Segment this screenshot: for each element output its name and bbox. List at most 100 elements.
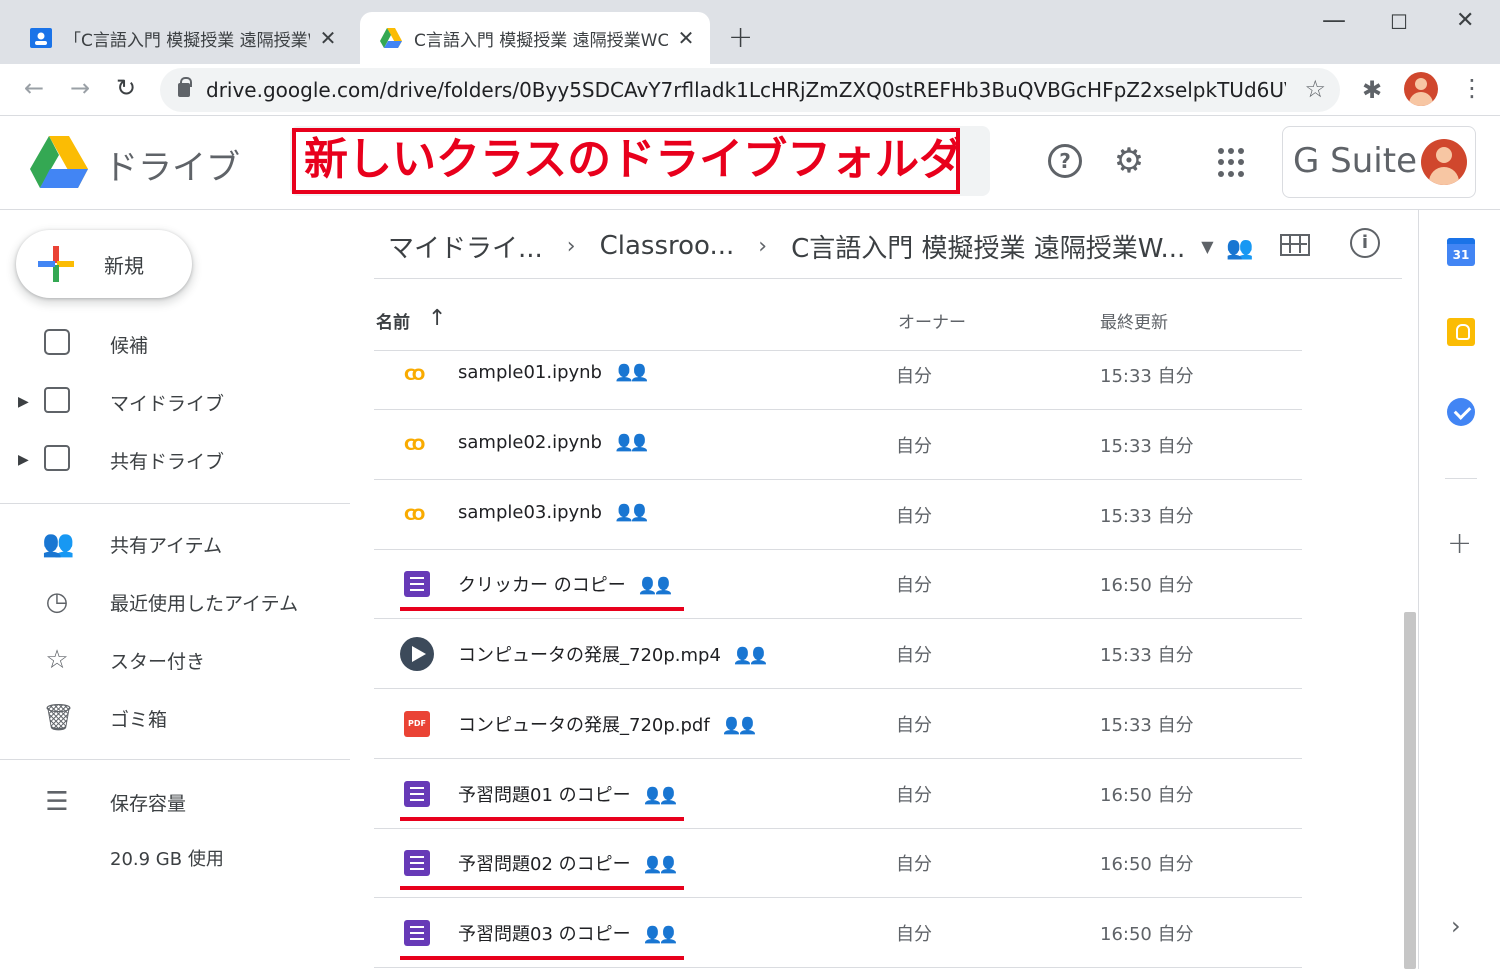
shared-drive-icon bbox=[42, 445, 72, 475]
shared-people-icon: 👤👤 bbox=[642, 786, 679, 805]
close-window-icon[interactable]: ✕ bbox=[1456, 8, 1474, 33]
sidebar-item-label: 共有ドライブ bbox=[110, 450, 225, 473]
breadcrumb-item[interactable]: Classroo... bbox=[600, 231, 735, 261]
browser-tab-drive[interactable]: C言語入門 模擬授業 遠隔授業WC ✕ bbox=[360, 12, 710, 64]
reload-icon[interactable]: ↻ bbox=[110, 74, 142, 102]
file-name-text: 予習問題02 のコピー bbox=[458, 854, 631, 875]
gsuite-account-button[interactable]: G Suite bbox=[1282, 126, 1476, 198]
url-field[interactable]: drive.google.com/drive/folders/0Byy5SDCA… bbox=[160, 68, 1340, 112]
forms-icon bbox=[404, 571, 430, 597]
shared-people-icon: 👤👤 bbox=[642, 925, 679, 944]
address-bar: ← → ↻ drive.google.com/drive/folders/0By… bbox=[0, 64, 1500, 116]
file-name: 予習問題02 のコピー 👤👤 bbox=[458, 850, 679, 876]
file-name: 予習問題03 のコピー 👤👤 bbox=[458, 920, 679, 946]
checkbox-icon bbox=[42, 329, 72, 359]
file-row[interactable]: コンピュータの発展_720p.mp4 👤👤 自分 15:33 自分 bbox=[374, 619, 1302, 689]
file-owner: 自分 bbox=[896, 506, 932, 527]
browser-tab-classroom[interactable]: 「C言語入門 模擬授業 遠隔授業W ✕ bbox=[10, 12, 352, 64]
column-header-modified[interactable]: 最終更新 bbox=[1100, 308, 1168, 333]
my-drive-icon bbox=[42, 387, 72, 417]
minimize-icon[interactable]: — bbox=[1322, 6, 1346, 34]
file-row[interactable]: クリッカー のコピー 👤👤 自分 16:50 自分 bbox=[374, 549, 1302, 619]
app-title[interactable]: ドライブ bbox=[104, 140, 240, 189]
shared-people-icon: 👤👤 bbox=[732, 646, 769, 665]
sidebar-item-recent[interactable]: ◷ 最近使用したアイテム bbox=[0, 574, 350, 630]
file-modified: 15:33 自分 bbox=[1100, 506, 1194, 527]
caret-down-icon[interactable]: ▼ bbox=[1201, 237, 1213, 256]
add-icon[interactable]: + bbox=[1447, 526, 1472, 561]
sidebar-item-label: マイドライブ bbox=[110, 392, 225, 415]
file-name-text: sample01.ipynb bbox=[458, 362, 602, 383]
expand-arrow-icon[interactable]: ▶ bbox=[18, 394, 29, 410]
toolbar-divider bbox=[374, 278, 1418, 279]
file-name: sample03.ipynb 👤👤 bbox=[458, 502, 650, 523]
chevron-right-icon[interactable]: › bbox=[1451, 912, 1461, 940]
expand-arrow-icon[interactable]: ▶ bbox=[18, 452, 29, 468]
file-modified: 16:50 自分 bbox=[1100, 575, 1194, 596]
back-icon[interactable]: ← bbox=[18, 74, 50, 102]
drive-logo[interactable] bbox=[30, 136, 88, 188]
file-row[interactable]: CO sample01.ipynb 👤👤 自分 15:33 自分 bbox=[374, 340, 1302, 410]
new-button-label: 新規 bbox=[104, 253, 144, 278]
annotation-underline bbox=[400, 956, 684, 960]
file-row[interactable]: 予習問題02 のコピー 👤👤 自分 16:50 自分 bbox=[374, 828, 1302, 898]
file-row[interactable]: PDF コンピュータの発展_720p.pdf 👤👤 自分 15:33 自分 bbox=[374, 689, 1302, 759]
sidebar-item-suggested[interactable]: 候補 bbox=[0, 316, 350, 372]
maximize-icon[interactable]: ☐ bbox=[1390, 10, 1408, 34]
breadcrumb-item[interactable]: マイドライ... bbox=[388, 228, 543, 265]
sidebar-item-shared-with-me[interactable]: 👥 共有アイテム bbox=[0, 516, 350, 572]
sidebar-divider bbox=[0, 503, 350, 504]
file-row[interactable]: CO sample03.ipynb 👤👤 自分 15:33 自分 bbox=[374, 480, 1302, 550]
file-row[interactable]: 予習問題03 のコピー 👤👤 自分 16:50 自分 bbox=[374, 898, 1302, 968]
extensions-icon[interactable]: ✱ bbox=[1362, 76, 1382, 104]
sidebar-item-trash[interactable]: 🗑 ゴミ箱 bbox=[0, 690, 350, 746]
chevron-right-icon: › bbox=[758, 233, 768, 259]
calendar-icon[interactable]: 31 bbox=[1447, 238, 1475, 266]
sidebar-item-shared-drives[interactable]: ▶ 共有ドライブ bbox=[0, 432, 350, 488]
tasks-icon[interactable] bbox=[1447, 398, 1475, 426]
browser-menu-icon[interactable]: ⋮ bbox=[1460, 74, 1484, 102]
sidebar-item-storage[interactable]: ☰ 保存容量 bbox=[0, 774, 350, 830]
file-owner: 自分 bbox=[896, 645, 932, 666]
keep-icon[interactable] bbox=[1447, 318, 1475, 346]
forward-icon[interactable]: → bbox=[64, 74, 96, 102]
lock-icon bbox=[178, 77, 192, 97]
sidebar-item-label: 保存容量 bbox=[110, 792, 187, 815]
breadcrumb-current[interactable]: C言語入門 模擬授業 遠隔授業W... bbox=[791, 228, 1185, 265]
gear-icon[interactable]: ⚙ bbox=[1112, 144, 1146, 178]
scrollbar-thumb[interactable] bbox=[1404, 612, 1416, 969]
column-header-owner: オーナー bbox=[898, 313, 966, 333]
info-icon[interactable]: i bbox=[1350, 228, 1380, 258]
file-name: コンピュータの発展_720p.mp4 👤👤 bbox=[458, 641, 769, 667]
plus-icon bbox=[38, 246, 74, 282]
file-name: クリッカー のコピー 👤👤 bbox=[458, 571, 674, 597]
profile-avatar[interactable] bbox=[1404, 72, 1438, 106]
sidebar-item-starred[interactable]: ☆ スター付き bbox=[0, 632, 350, 688]
drive-icon bbox=[380, 28, 402, 48]
shared-people-icon: 👤👤 bbox=[642, 855, 679, 874]
file-name-text: sample02.ipynb bbox=[458, 432, 602, 453]
close-tab-icon[interactable]: ✕ bbox=[318, 26, 338, 50]
tab-title: C言語入門 模擬授業 遠隔授業WC bbox=[414, 30, 668, 51]
file-row[interactable]: CO sample02.ipynb 👤👤 自分 15:33 自分 bbox=[374, 410, 1302, 480]
share-people-icon[interactable]: 👥 bbox=[1226, 236, 1253, 261]
column-header-name[interactable]: 名前 bbox=[376, 308, 410, 333]
new-button[interactable]: 新規 bbox=[16, 230, 192, 298]
forms-icon bbox=[404, 781, 430, 807]
shared-people-icon: 👤👤 bbox=[613, 363, 650, 382]
close-tab-icon[interactable]: ✕ bbox=[676, 26, 696, 50]
bookmark-star-icon[interactable]: ☆ bbox=[1304, 75, 1326, 103]
annotation-underline bbox=[400, 886, 684, 890]
file-owner: 自分 bbox=[896, 436, 932, 457]
new-tab-button[interactable]: + bbox=[728, 20, 753, 55]
sidebar-item-my-drive[interactable]: ▶ マイドライブ bbox=[0, 374, 350, 430]
grid-view-icon[interactable] bbox=[1280, 234, 1310, 256]
breadcrumb: マイドライ... › Classroo... › C言語入門 模擬授業 遠隔授業… bbox=[388, 226, 1214, 266]
file-name-text: 予習問題03 のコピー bbox=[458, 924, 631, 945]
annotation-label: 新しいクラスのドライブフォルダ bbox=[292, 128, 960, 194]
sort-ascending-icon[interactable]: ↑ bbox=[428, 306, 446, 331]
file-row[interactable]: 予習問題01 のコピー 👤👤 自分 16:50 自分 bbox=[374, 759, 1302, 829]
browser-tab-bar: 「C言語入門 模擬授業 遠隔授業W ✕ C言語入門 模擬授業 遠隔授業WC ✕ … bbox=[0, 0, 1500, 64]
apps-grid-icon[interactable] bbox=[1218, 144, 1248, 178]
help-icon[interactable]: ? bbox=[1048, 144, 1082, 178]
